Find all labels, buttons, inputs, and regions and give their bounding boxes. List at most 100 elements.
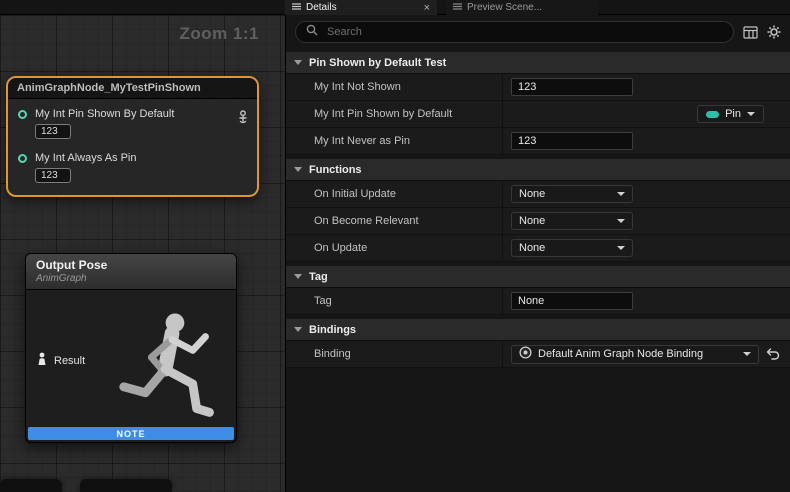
- binding-value: Default Anim Graph Node Binding: [538, 348, 703, 360]
- property-value: [503, 74, 790, 100]
- on-initial-update-dropdown[interactable]: None: [511, 185, 633, 203]
- category-title: Bindings: [309, 324, 356, 336]
- zoom-level-label: Zoom 1:1: [179, 24, 259, 44]
- binding-dropdown[interactable]: Default Anim Graph Node Binding: [511, 345, 759, 364]
- pin-visibility-dropdown[interactable]: Pin: [697, 105, 764, 123]
- graph-node-test-pin-shown[interactable]: AnimGraphNode_MyTestPinShown My Int Pin …: [6, 76, 259, 197]
- node-title: Output Pose: [36, 258, 226, 272]
- close-icon[interactable]: ×: [424, 3, 430, 13]
- property-value: None: [503, 208, 790, 234]
- tab-details[interactable]: Details ×: [285, 0, 437, 15]
- chevron-down-icon: [743, 352, 751, 356]
- on-update-dropdown[interactable]: None: [511, 239, 633, 257]
- category-title: Pin Shown by Default Test: [309, 57, 446, 69]
- binding-icon: [519, 346, 532, 362]
- pin-label: My Int Always As Pin: [35, 152, 136, 164]
- property-row-on-update: On Update None: [286, 235, 790, 262]
- result-pin-label: Result: [54, 355, 85, 367]
- my-int-not-shown-input[interactable]: [511, 78, 633, 96]
- category-functions[interactable]: Functions: [286, 159, 790, 181]
- pin-row: My Int Pin Shown By Default 123: [18, 108, 249, 139]
- property-label: My Int Pin Shown by Default: [286, 101, 503, 127]
- property-row-my-int-pin-shown-by-default: My Int Pin Shown by Default Pin: [286, 101, 790, 128]
- on-become-relevant-dropdown[interactable]: None: [511, 212, 633, 230]
- unreal-anim-blueprint-editor: { "topbar": { "tabs": [ { "label": "Deta…: [0, 0, 790, 492]
- property-row-tag: Tag: [286, 288, 790, 315]
- preview-scene-tab-icon: [453, 2, 462, 14]
- settings-gear-icon[interactable]: [767, 25, 781, 39]
- search-box[interactable]: [295, 21, 734, 43]
- search-input[interactable]: [325, 25, 723, 39]
- int-pin-icon[interactable]: [18, 110, 27, 119]
- tab-details-label: Details: [306, 2, 337, 13]
- property-row-on-initial-update: On Initial Update None: [286, 181, 790, 208]
- note-bar[interactable]: NOTE: [28, 427, 234, 440]
- category-title: Functions: [309, 164, 362, 176]
- note-label: NOTE: [116, 429, 145, 439]
- property-label: Binding: [286, 341, 503, 367]
- property-label: My Int Never as Pin: [286, 128, 503, 154]
- property-label: Tag: [286, 288, 503, 314]
- my-int-never-as-pin-input[interactable]: [511, 132, 633, 150]
- result-pin-row[interactable]: Result: [36, 352, 85, 370]
- search-icon: [306, 23, 318, 41]
- tab-preview-scene-label: Preview Scene...: [467, 2, 542, 13]
- bind-icon[interactable]: [237, 110, 249, 129]
- property-row-on-become-relevant: On Become Relevant None: [286, 208, 790, 235]
- property-label: On Update: [286, 235, 503, 261]
- mannequin-image: [110, 306, 237, 443]
- property-value: Pin: [503, 101, 790, 127]
- dropdown-value: None: [519, 215, 545, 227]
- chevron-down-icon: [617, 219, 625, 223]
- category-title: Tag: [309, 271, 328, 283]
- anim-graph-canvas[interactable]: Zoom 1:1 AnimGraphNode_MyTestPinShown My…: [0, 15, 285, 492]
- tab-preview-scene[interactable]: Preview Scene...: [446, 0, 598, 15]
- tab-bar: Details × Preview Scene...: [0, 0, 790, 15]
- property-row-my-int-not-shown: My Int Not Shown: [286, 74, 790, 101]
- node-title[interactable]: AnimGraphNode_MyTestPinShown: [8, 78, 257, 99]
- property-label: On Become Relevant: [286, 208, 503, 234]
- node-body: My Int Pin Shown By Default 123 My Int A…: [8, 99, 257, 195]
- chevron-down-icon: [294, 274, 302, 279]
- chevron-down-icon: [294, 167, 302, 172]
- pin-value-field[interactable]: 123: [35, 168, 71, 183]
- partial-graph-node[interactable]: [80, 479, 172, 492]
- pin-visibility-label: Pin: [725, 108, 741, 120]
- chevron-down-icon: [747, 112, 755, 116]
- property-row-binding: Binding Default Anim Graph Node Binding: [286, 341, 790, 368]
- chevron-down-icon: [294, 327, 302, 332]
- pin-row: My Int Always As Pin 123: [18, 152, 249, 183]
- pose-pin-icon[interactable]: [36, 352, 48, 370]
- pin-value-field[interactable]: 123: [35, 124, 71, 139]
- details-toolbar: [286, 15, 790, 50]
- chevron-down-icon: [617, 192, 625, 196]
- int-pin-icon[interactable]: [18, 154, 27, 163]
- reset-to-default-icon[interactable]: [766, 348, 780, 360]
- category-bindings[interactable]: Bindings: [286, 319, 790, 341]
- pin-icon: [706, 111, 719, 118]
- dropdown-value: None: [519, 188, 545, 200]
- property-value: [503, 128, 790, 154]
- property-label: My Int Not Shown: [286, 74, 503, 100]
- category-pin-shown-by-default-test[interactable]: Pin Shown by Default Test: [286, 52, 790, 74]
- node-header[interactable]: Output Pose AnimGraph: [26, 254, 236, 290]
- category-tag[interactable]: Tag: [286, 266, 790, 288]
- details-tab-icon: [292, 2, 301, 14]
- node-body: Result: [26, 290, 236, 426]
- property-row-my-int-never-as-pin: My Int Never as Pin: [286, 128, 790, 155]
- property-value: Default Anim Graph Node Binding: [503, 341, 790, 367]
- dropdown-value: None: [519, 242, 545, 254]
- property-label: On Initial Update: [286, 181, 503, 207]
- partial-graph-node[interactable]: [0, 479, 62, 492]
- property-value: None: [503, 181, 790, 207]
- property-value: None: [503, 235, 790, 261]
- node-subtitle: AnimGraph: [36, 273, 226, 284]
- pin-label: My Int Pin Shown By Default: [35, 108, 174, 120]
- chevron-down-icon: [617, 246, 625, 250]
- graph-node-output-pose[interactable]: Output Pose AnimGraph Result: [25, 253, 237, 443]
- chevron-down-icon: [294, 60, 302, 65]
- details-panel: Pin Shown by Default Test My Int Not Sho…: [285, 15, 790, 492]
- display-options-icon[interactable]: [743, 26, 758, 39]
- property-value: [503, 288, 790, 314]
- tag-input[interactable]: [511, 292, 633, 310]
